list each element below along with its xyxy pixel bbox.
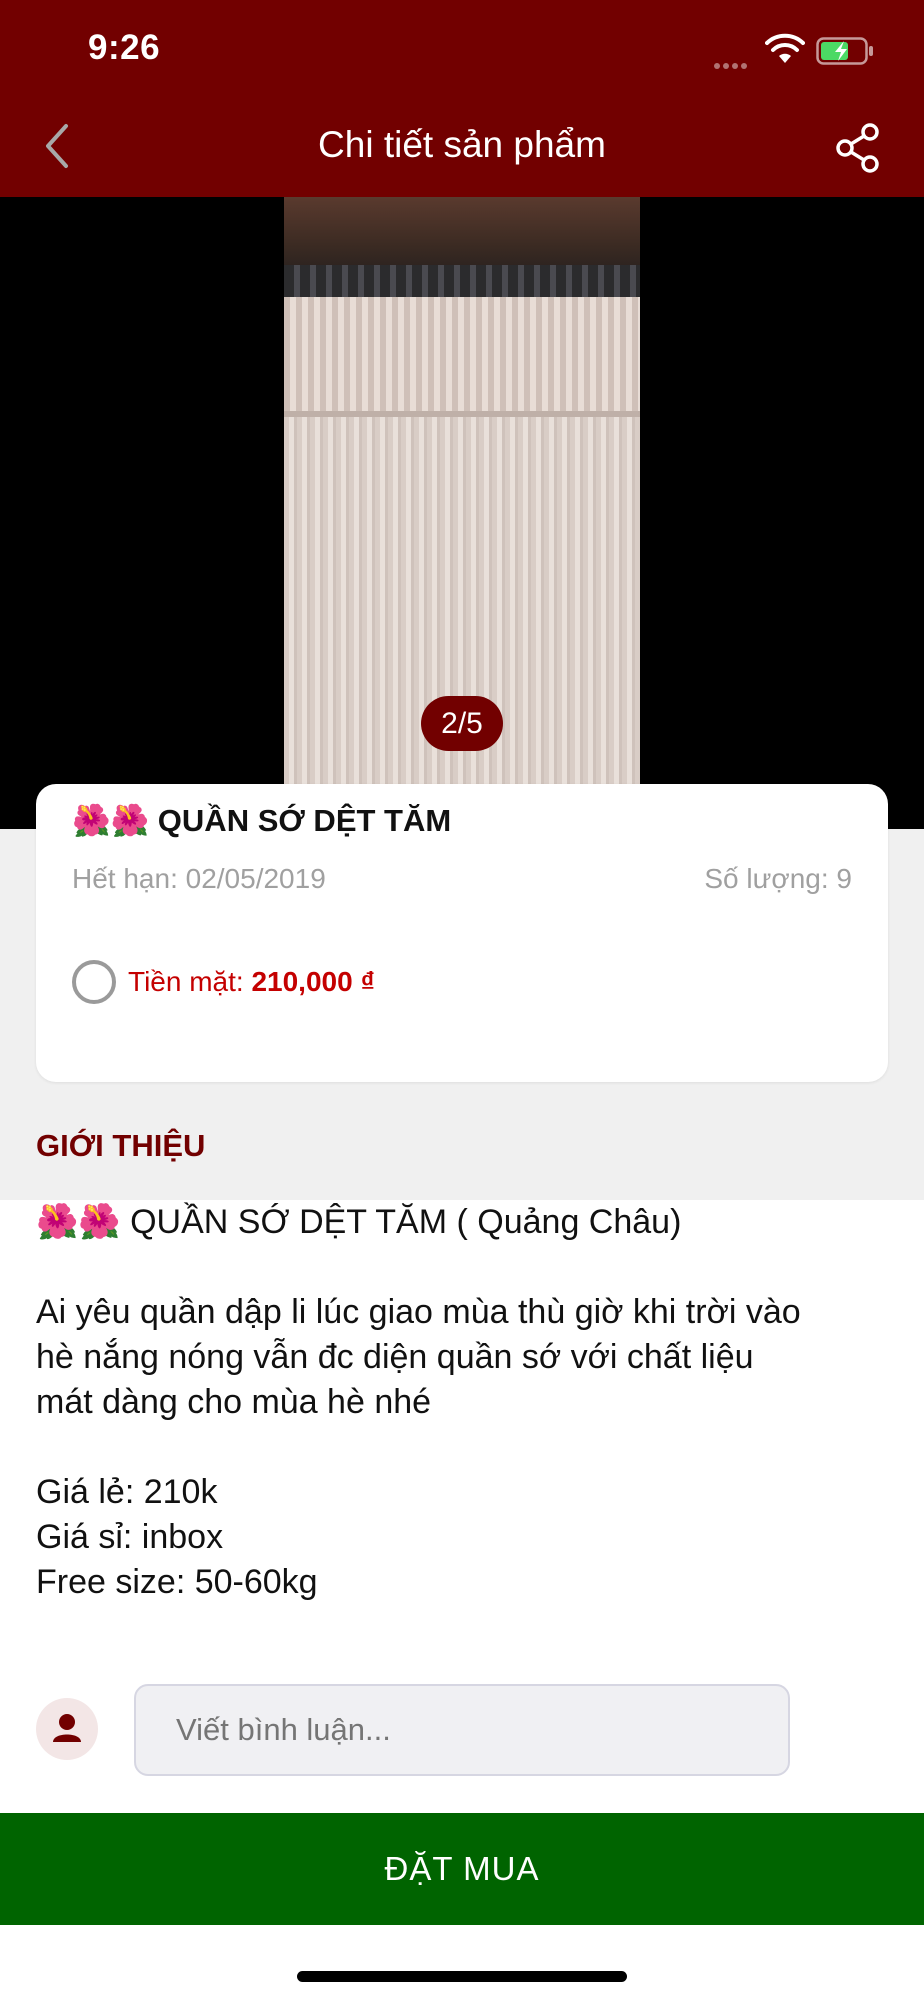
status-time: 9:26 bbox=[88, 28, 161, 67]
description-line: Giá sỉ: inbox bbox=[36, 1518, 224, 1556]
payment-radio[interactable] bbox=[72, 960, 116, 1004]
payment-label: Tiền mặt: bbox=[128, 966, 252, 997]
comment-input[interactable] bbox=[134, 1684, 790, 1776]
top-bar: 9:26 Chi tiết sản phẩm bbox=[0, 0, 924, 197]
battery-icon bbox=[816, 37, 873, 65]
description-line: Ai yêu quần dập li lúc giao mùa thù giờ … bbox=[36, 1293, 801, 1331]
order-button[interactable]: ĐẶT MUA bbox=[0, 1813, 924, 1925]
description-line: Giá lẻ: 210k bbox=[36, 1473, 218, 1511]
description-line bbox=[36, 1425, 896, 1470]
image-counter: 2/5 bbox=[421, 696, 503, 751]
product-title: 🌺🌺 QUẦN SỚ DỆT TĂM bbox=[72, 803, 452, 838]
signal-icon bbox=[714, 56, 758, 69]
home-indicator bbox=[297, 1971, 627, 1982]
description-line: hè nắng nóng vẫn đc diện quần sớ với chấ… bbox=[36, 1338, 754, 1376]
payment-price: 210,000 ₫ bbox=[251, 966, 375, 997]
page-title: Chi tiết sản phẩm bbox=[318, 124, 606, 165]
expiry-date: Hết hạn: 02/05/2019 bbox=[72, 863, 326, 894]
share-button[interactable] bbox=[834, 122, 882, 174]
user-icon bbox=[53, 1714, 81, 1742]
description-line: 🌺🌺 QUẦN SỚ DỆT TĂM ( Quảng Châu) bbox=[36, 1203, 682, 1241]
payment-option[interactable]: Tiền mặt: 210,000 ₫ bbox=[128, 966, 375, 998]
description-line: Free size: 50-60kg bbox=[36, 1563, 318, 1601]
wifi-icon bbox=[765, 33, 805, 63]
quantity: Số lượng: 9 bbox=[704, 863, 852, 894]
product-card: 🌺🌺 QUẦN SỚ DỆT TĂM Hết hạn: 02/05/2019 S… bbox=[36, 784, 888, 1082]
description-line: mát dàng cho mùa hè nhé bbox=[36, 1383, 432, 1421]
product-description: 🌺🌺 QUẦN SỚ DỆT TĂM ( Quảng Châu) Ai yêu … bbox=[36, 1200, 896, 1605]
intro-section-header: GIỚI THIỆU bbox=[36, 1128, 206, 1163]
description-line bbox=[36, 1245, 896, 1290]
avatar bbox=[36, 1698, 98, 1760]
